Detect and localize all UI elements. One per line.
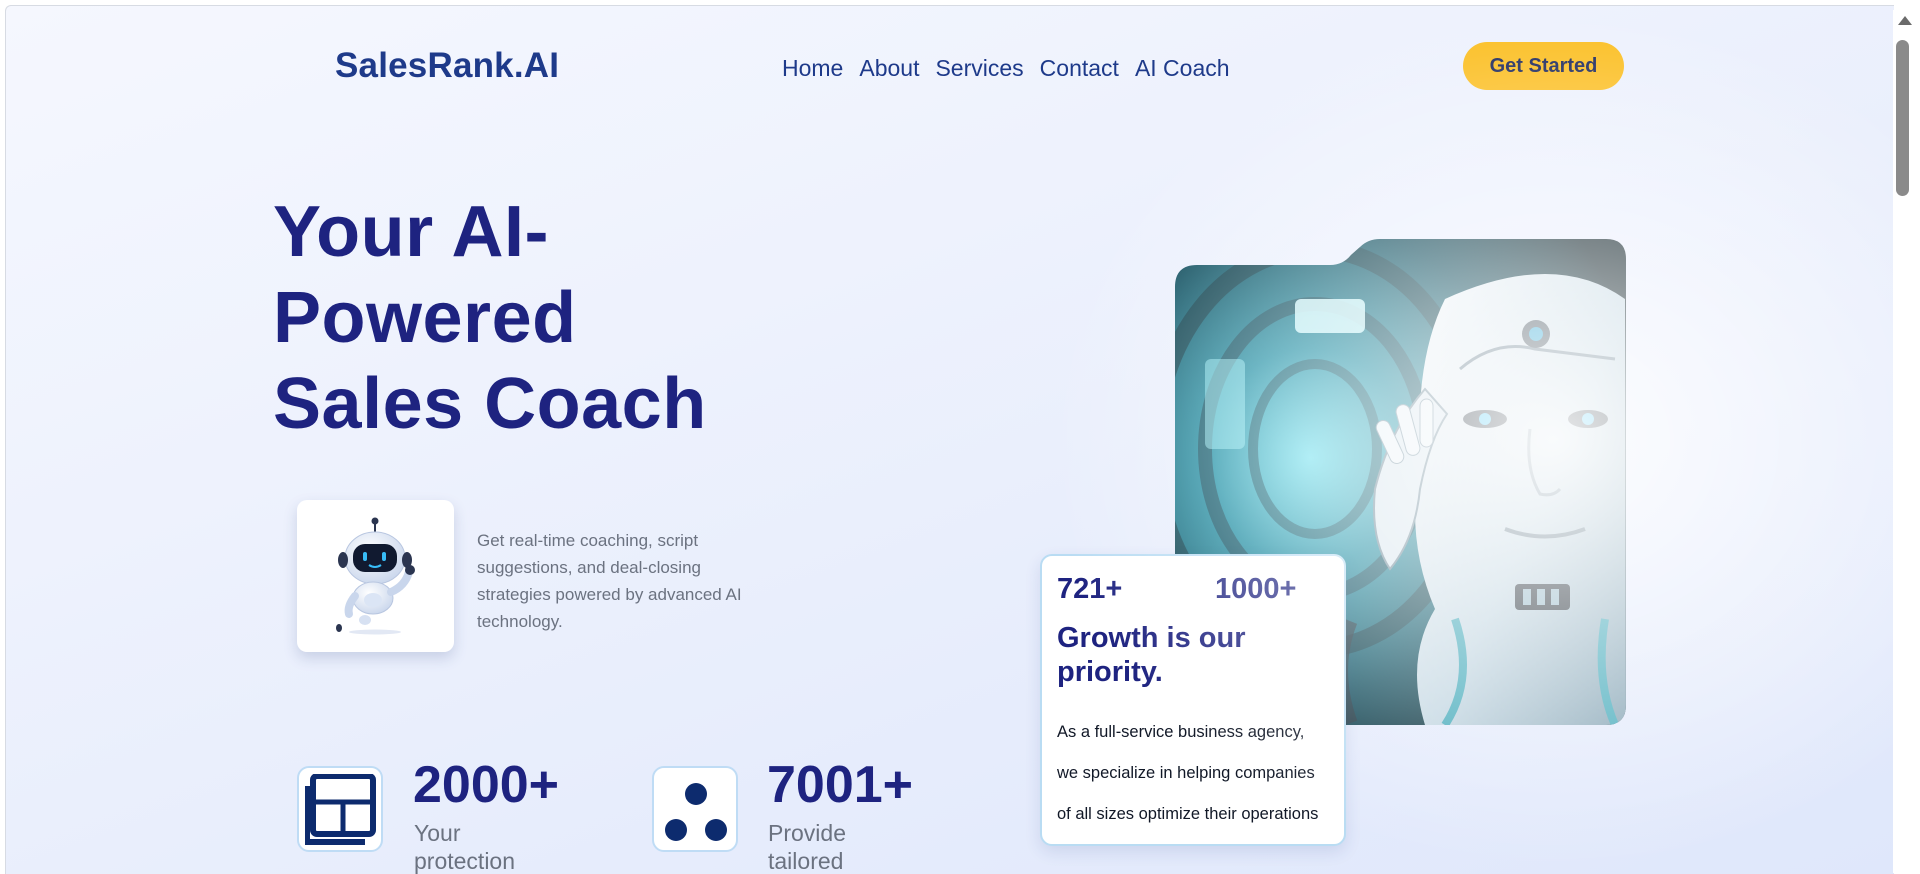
card-text-line: As a full-service business agency,: [1057, 723, 1305, 741]
hero-title-line: Powered: [273, 278, 577, 358]
scroll-up-arrow-icon[interactable]: [1898, 16, 1912, 25]
growth-info-card: 721+ 1000+ Growth is our priority. As a …: [1040, 554, 1346, 846]
stat-label-line: Provide: [768, 820, 846, 846]
mascot-card: [297, 500, 454, 652]
card-text-line: of all sizes optimize their operations: [1057, 805, 1319, 823]
card-stat-2: 1000+: [1215, 573, 1297, 605]
hero-title-line: Sales Coach: [273, 364, 707, 444]
stat-value: 2000+: [413, 756, 560, 814]
nav-about[interactable]: About: [859, 55, 919, 82]
three-dots-icon: [665, 783, 727, 841]
card-title: Growth is our priority.: [1057, 621, 1337, 689]
stat-value: 7001+: [767, 756, 914, 814]
stat-label: Your protection: [414, 819, 564, 874]
card-text-line: we specialize in helping companies: [1057, 764, 1315, 782]
stat-label-line: Your: [414, 820, 461, 846]
card-text: As a full-service business agency, we sp…: [1057, 712, 1342, 835]
hero-title-line: Your AI-: [273, 192, 549, 272]
nav-services[interactable]: Services: [935, 55, 1023, 82]
stat-icon-box: [297, 766, 383, 852]
get-started-button[interactable]: Get Started: [1463, 42, 1624, 90]
page: SalesRank.AI Home About Services Contact…: [5, 5, 1894, 874]
dashboard-layout-icon: [305, 774, 376, 845]
card-stat-1: 721+: [1057, 573, 1123, 605]
stat-label: Provide tailored: [768, 819, 918, 874]
nav-contact[interactable]: Contact: [1040, 55, 1119, 82]
robot-mascot-icon: [336, 517, 415, 635]
hero-title: Your AI- Powered Sales Coach: [273, 189, 833, 447]
hero-description: Get real-time coaching, script suggestio…: [477, 531, 742, 631]
card-title-line: priority.: [1057, 656, 1163, 688]
nav-ai-coach[interactable]: AI Coach: [1135, 55, 1230, 82]
card-title-line: Growth is our: [1057, 622, 1246, 654]
site-logo[interactable]: SalesRank.AI: [335, 46, 559, 86]
scrollbar-thumb[interactable]: [1896, 40, 1909, 196]
main-nav: Home About Services Contact AI Coach: [782, 55, 1230, 82]
stat-label-line: tailored: [768, 848, 844, 874]
nav-home[interactable]: Home: [782, 55, 843, 82]
stat-label-line: protection: [414, 848, 516, 874]
vertical-scrollbar[interactable]: [1893, 10, 1915, 873]
stat-icon-box: [652, 766, 738, 852]
